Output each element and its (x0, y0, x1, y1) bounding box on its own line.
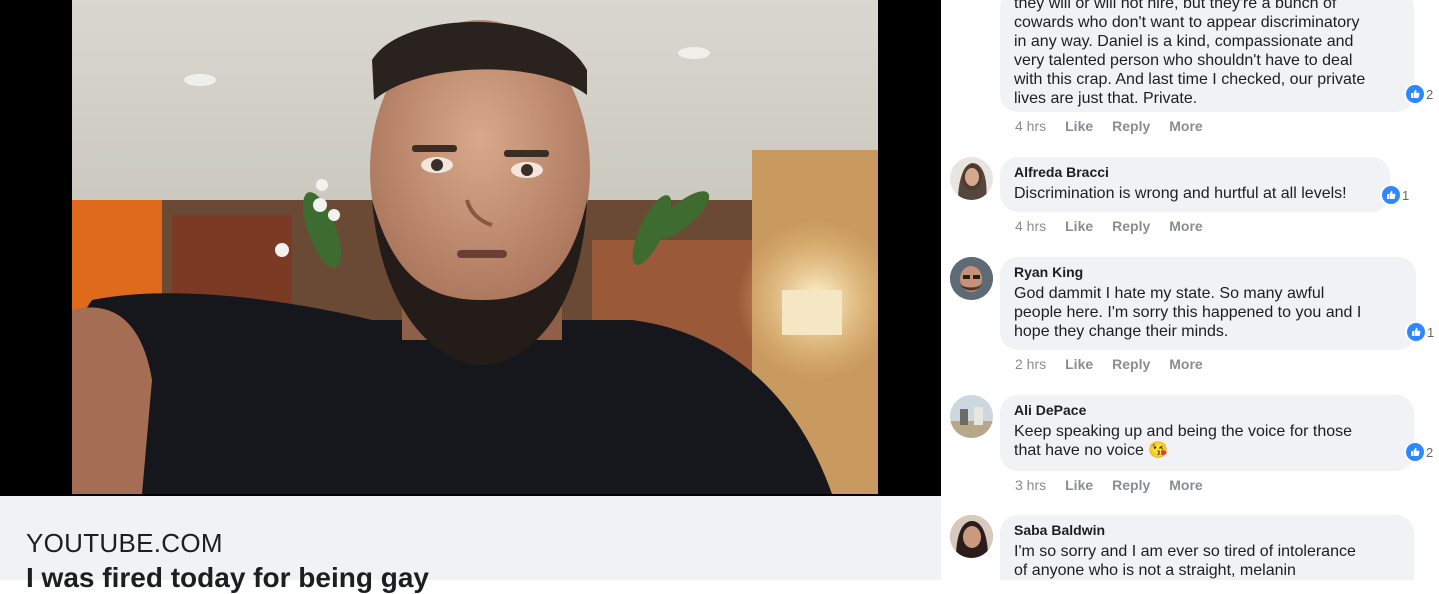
link-title[interactable]: I was fired today for being gay (26, 562, 429, 594)
comment-bubble: they will or will not hire, but they're … (1000, 0, 1414, 112)
reaction-badge[interactable]: 2 (1404, 442, 1436, 462)
thumbs-up-icon (1382, 186, 1400, 204)
comment-timestamp[interactable]: 4 hrs (1015, 118, 1046, 134)
comment-author[interactable]: Ryan King (1014, 263, 1402, 281)
comment-text-line: people here. I'm sorry this happened to … (1014, 304, 1362, 321)
comment-text-line: Keep speaking up and being the voice for… (1014, 423, 1353, 440)
reaction-count: 1 (1402, 187, 1410, 203)
thumbs-up-icon (1407, 323, 1425, 341)
reply-link[interactable]: Reply (1112, 218, 1150, 234)
more-link[interactable]: More (1169, 118, 1202, 134)
avatar[interactable] (950, 157, 993, 200)
reaction-count: 1 (1427, 324, 1435, 340)
comment-timestamp[interactable]: 4 hrs (1015, 218, 1046, 234)
avatar[interactable] (950, 515, 993, 558)
comment-text-line: cowards who don't want to appear discrim… (1014, 14, 1360, 31)
reply-link[interactable]: Reply (1112, 477, 1150, 493)
like-link[interactable]: Like (1065, 118, 1093, 134)
comment-text-line: God dammit I hate my state. So many awfu… (1014, 285, 1325, 302)
comment-text-line: hope they change their minds. (1014, 323, 1229, 340)
link-domain: YOUTUBE.COM (26, 528, 223, 558)
comment-actions: 4 hrs Like Reply More (1015, 118, 1222, 134)
comment-text-line: in any way. Daniel is a kind, compassion… (1014, 33, 1354, 50)
comment-timestamp[interactable]: 3 hrs (1015, 477, 1046, 493)
comment-author[interactable]: Saba Baldwin (1014, 521, 1400, 539)
comment-bubble: Saba Baldwin I'm so sorry and I am ever … (1000, 515, 1414, 580)
comment-text-line: I'm so sorry and I am ever so tired of i… (1014, 543, 1356, 560)
reaction-count: 2 (1426, 444, 1434, 460)
reaction-badge[interactable]: 2 (1404, 84, 1436, 104)
like-link[interactable]: Like (1065, 477, 1093, 493)
comment-author[interactable]: Alfreda Bracci (1014, 163, 1376, 181)
reply-link[interactable]: Reply (1112, 118, 1150, 134)
comment-text-line: with this crap. And last time I checked,… (1014, 71, 1366, 88)
comments-panel: they will or will not hire, but they're … (941, 0, 1439, 580)
more-link[interactable]: More (1169, 356, 1202, 372)
comment-actions: 4 hrs Like Reply More (1015, 218, 1222, 234)
more-link[interactable]: More (1169, 218, 1202, 234)
comment-actions: 3 hrs Like Reply More (1015, 477, 1222, 493)
comment-author[interactable]: Ali DePace (1014, 401, 1400, 419)
comment-text-line: they will or will not hire, but they're … (1014, 0, 1337, 12)
comment-text-line: of anyone who is not a straight, melanin (1014, 562, 1296, 579)
reaction-badge[interactable]: 1 (1405, 322, 1437, 342)
post-media: YOUTUBE.COM I was fired today for being … (0, 0, 941, 593)
comment-actions: 2 hrs Like Reply More (1015, 356, 1222, 372)
like-link[interactable]: Like (1065, 356, 1093, 372)
video-thumbnail[interactable] (72, 0, 878, 494)
video-player[interactable] (0, 0, 941, 496)
comment-timestamp[interactable]: 2 hrs (1015, 356, 1046, 372)
avatar[interactable] (950, 395, 993, 438)
comment-text-line: that have no voice 😘 (1014, 442, 1169, 459)
avatar[interactable] (950, 257, 993, 300)
comment-text-line: very talented person who shouldn't have … (1014, 52, 1353, 69)
reaction-badge[interactable]: 1 (1380, 185, 1412, 205)
comment-bubble: Ali DePace Keep speaking up and being th… (1000, 395, 1414, 471)
comment-bubble: Ryan King God dammit I hate my state. So… (1000, 257, 1416, 350)
more-link[interactable]: More (1169, 477, 1202, 493)
like-link[interactable]: Like (1065, 218, 1093, 234)
comment-text-line: lives are just that. Private. (1014, 90, 1198, 107)
thumbs-up-icon (1406, 443, 1424, 461)
thumbs-up-icon (1406, 85, 1424, 103)
reaction-count: 2 (1426, 86, 1434, 102)
comment-text-line: Discrimination is wrong and hurtful at a… (1014, 185, 1347, 202)
reply-link[interactable]: Reply (1112, 356, 1150, 372)
comment-bubble: Alfreda Bracci Discrimination is wrong a… (1000, 157, 1390, 212)
